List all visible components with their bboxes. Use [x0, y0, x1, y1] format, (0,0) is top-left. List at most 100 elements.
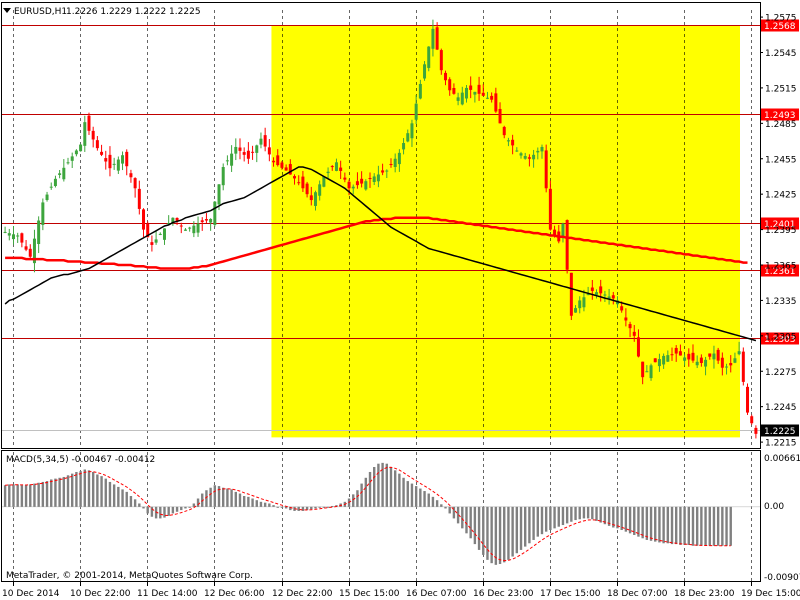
candle-down: [28, 248, 32, 257]
candle-up: [116, 159, 120, 171]
macd-histogram-bar: [234, 491, 237, 507]
macd-histogram-bar: [251, 498, 254, 507]
macd-histogram-bar: [352, 494, 355, 507]
candle-up: [217, 184, 221, 205]
macd-histogram-bar: [423, 491, 426, 507]
candle-up: [162, 228, 166, 240]
macd-histogram-bar: [595, 506, 598, 521]
macd-histogram-bar: [557, 506, 560, 527]
macd-histogram-bar: [280, 506, 284, 508]
price-tick-label: 1.2485: [765, 120, 797, 130]
candle-up: [376, 174, 380, 182]
macd-histogram-bar: [494, 506, 498, 565]
macd-histogram-bar: [79, 471, 82, 507]
macd-histogram-bar: [662, 506, 665, 544]
price-tick-label: 1.2365: [765, 262, 797, 272]
macd-histogram-bar: [482, 506, 485, 555]
candle-up: [318, 184, 322, 196]
macd-histogram-bar: [591, 506, 594, 520]
macd-histogram-bar: [16, 484, 19, 507]
candle-up: [574, 308, 578, 313]
macd-histogram-bar: [104, 478, 107, 507]
macd-histogram-bar: [477, 506, 481, 550]
macd-histogram-bar: [448, 506, 451, 514]
candle-up: [11, 234, 15, 240]
candle-down: [330, 166, 334, 168]
price-tick-label: 1.2245: [765, 403, 797, 413]
candle-up: [66, 162, 70, 164]
macd-histogram-bar: [549, 506, 552, 531]
macd-histogram-bar: [3, 485, 7, 507]
macd-histogram-bar: [406, 481, 409, 507]
macd-histogram-bar: [700, 506, 703, 546]
macd-histogram-bar: [641, 506, 644, 539]
candle-down: [481, 92, 485, 96]
candle-up: [53, 178, 57, 187]
macd-histogram-bar: [427, 493, 430, 507]
macd-histogram-bar: [192, 503, 196, 507]
price-tick-label: 1.2425: [765, 191, 797, 201]
macd-histogram-bar: [8, 484, 11, 507]
macd-histogram-bar: [196, 498, 200, 507]
macd-histogram-bar: [318, 506, 321, 508]
candle-down: [305, 183, 309, 195]
macd-histogram-bar: [565, 506, 569, 524]
macd-histogram-bar: [582, 506, 586, 519]
candle-down: [569, 272, 573, 316]
candle-down: [498, 108, 502, 124]
candle-up: [645, 371, 649, 373]
macd-histogram-bar: [486, 506, 489, 560]
macd-histogram-bar: [66, 475, 70, 507]
macd-histogram-bar: [54, 478, 57, 507]
candle-up: [431, 28, 435, 49]
macd-histogram-bar: [716, 506, 720, 546]
macd-histogram-bar: [540, 506, 544, 535]
candle-down: [477, 84, 481, 94]
candle-down: [599, 286, 603, 294]
candle-down: [720, 357, 724, 368]
candle-up: [464, 87, 468, 99]
candle-down: [691, 352, 695, 361]
macd-histogram-bar: [213, 485, 217, 507]
candle-down: [469, 85, 473, 90]
candle-up: [704, 359, 708, 367]
macd-label: MACD(5,34,5) -0.00467 -0.00412: [6, 455, 155, 465]
candle-down: [125, 151, 129, 167]
price-tick-label: 1.2335: [765, 297, 797, 307]
candle-down: [276, 155, 280, 166]
macd-histogram-bar: [20, 485, 24, 507]
macd-histogram-bar: [33, 483, 36, 507]
candle-up: [725, 366, 729, 368]
candle-down: [301, 176, 305, 189]
candle-up: [418, 83, 422, 99]
macd-histogram-bar: [100, 476, 103, 507]
macd-histogram-bar: [71, 473, 74, 507]
candle-down: [678, 351, 682, 356]
time-tick-label: 15 Dec 15:00: [339, 589, 400, 599]
macd-histogram-bar: [314, 506, 317, 509]
macd-histogram-bar: [469, 506, 472, 539]
macd-histogram-bar: [570, 506, 573, 522]
macd-histogram-bar: [112, 484, 116, 507]
macd-histogram-bar: [247, 496, 250, 507]
trading-chart[interactable]: 1.25681.24931.24011.23611.23031.2225 1.2…: [0, 0, 800, 600]
macd-histogram-bar: [419, 488, 422, 507]
time-tick-label: 11 Dec 14:00: [137, 589, 198, 599]
candle-down: [389, 164, 393, 166]
candle-down: [511, 139, 515, 146]
candle-down: [104, 158, 108, 162]
macd-histogram-bar: [87, 470, 91, 507]
candle-up: [112, 163, 116, 165]
macd-histogram-bar: [133, 499, 137, 507]
symbol-timeframe-label: EURUSD,H1: [14, 7, 67, 17]
candle-down: [624, 317, 628, 321]
candle-up: [506, 140, 510, 142]
candle-up: [485, 97, 489, 99]
macd-histogram-bar: [175, 506, 179, 512]
candle-up: [662, 355, 666, 365]
macd-histogram-bar: [222, 487, 225, 507]
candle-down: [708, 353, 712, 357]
macd-histogram-bar: [721, 506, 724, 546]
time-tick-label: 10 Dec 2014: [2, 589, 60, 599]
candle-down: [87, 115, 91, 131]
